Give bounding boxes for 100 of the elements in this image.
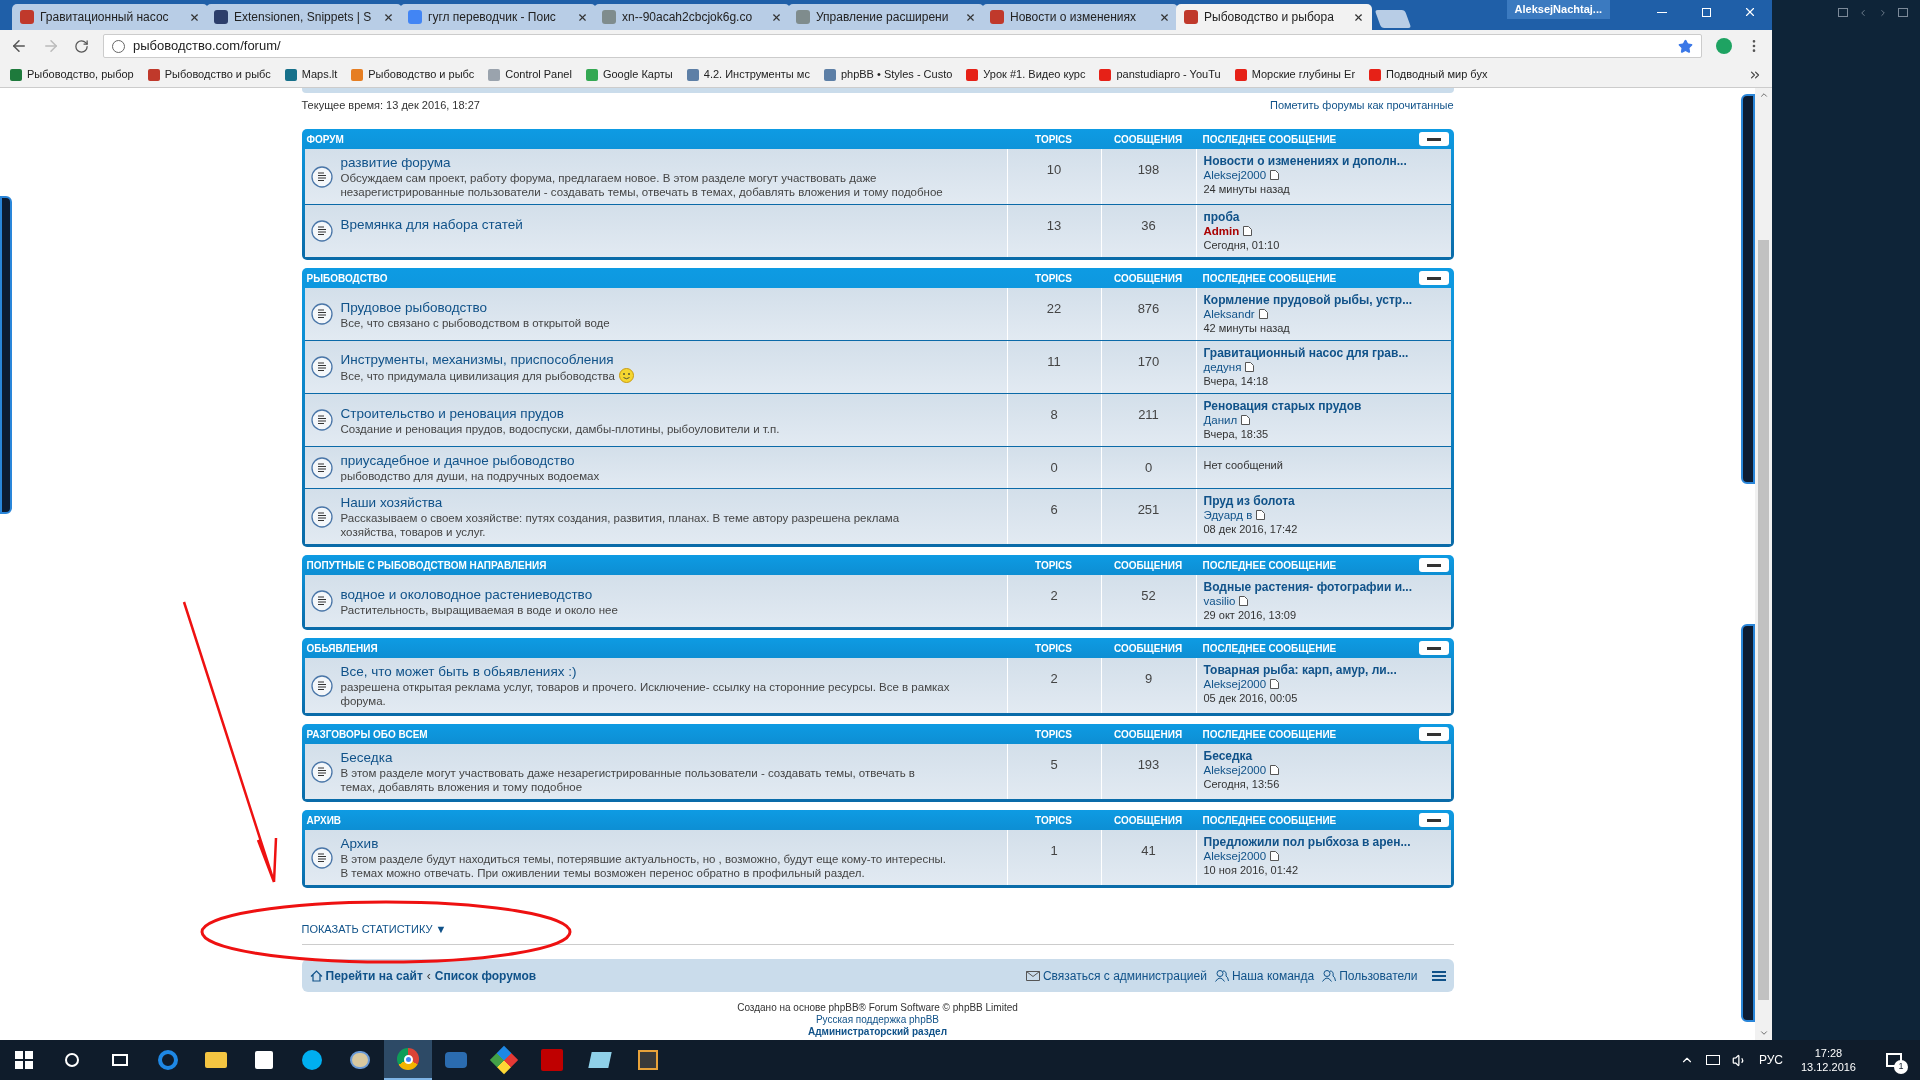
forum-title-link[interactable]: приусадебное и дачное рыбоводство: [340, 452, 600, 469]
close-icon[interactable]: [1353, 11, 1364, 23]
author-link[interactable]: Данил: [1203, 413, 1238, 427]
last-post-link[interactable]: Водные растения- фотографии и...: [1203, 580, 1451, 594]
document-icon[interactable]: [1243, 226, 1253, 236]
last-post-link[interactable]: Товарная рыба: карп, амур, ли...: [1203, 663, 1451, 677]
bookmark-item[interactable]: 4.2. Инструменты мс: [686, 66, 810, 83]
footer-link[interactable]: Связаться с администрацией: [1042, 966, 1207, 985]
bookmark-item[interactable]: panstudiapro - YouTu: [1099, 66, 1221, 83]
scroll-up-icon[interactable]: [1758, 90, 1769, 100]
bookmark-item[interactable]: phpBB • Styles - Custo: [823, 66, 953, 83]
forum-title-link[interactable]: Архив: [340, 835, 951, 852]
browser-tab[interactable]: Управление расширени: [788, 4, 984, 30]
footer-link[interactable]: Наша команда: [1231, 966, 1315, 985]
site-link[interactable]: Перейти на сайт: [325, 966, 423, 985]
forum-title-link[interactable]: Прудовое рыбоводство: [340, 298, 610, 316]
browser-tab[interactable]: Extensionen, Snippets | S: [206, 4, 402, 30]
scrollbar[interactable]: [1755, 88, 1772, 1040]
browser-tab[interactable]: xn--90acah2cbcjok6g.co: [594, 4, 790, 30]
address-bar[interactable]: рыбоводство.com/forum/: [103, 34, 1702, 58]
forum-title-link[interactable]: Строительство и реновация прудов: [340, 404, 780, 422]
mark-read-link[interactable]: Пометить форумы как прочитанные: [1270, 96, 1454, 114]
browser-tab[interactable]: Новости о изменениях: [982, 4, 1178, 30]
clock[interactable]: 17:28 13.12.2016: [1794, 1046, 1862, 1074]
collapse-button[interactable]: [1418, 271, 1449, 285]
bookmark-item[interactable]: Морские глубины Er: [1234, 66, 1356, 83]
last-post-link[interactable]: Беседка: [1203, 749, 1451, 763]
author-link[interactable]: vasilio: [1203, 594, 1236, 608]
scroll-thumb[interactable]: [1758, 240, 1769, 1000]
category-title[interactable]: АРХИВ: [304, 812, 1007, 828]
collapse-button[interactable]: [1418, 641, 1449, 655]
collapse-button[interactable]: [1418, 132, 1449, 146]
forum-title-link[interactable]: Наши хозяйства: [340, 494, 951, 511]
bookmark-item[interactable]: Урок #1. Видео курс: [966, 66, 1086, 83]
browser-tab[interactable]: гугл переводчик - Поис: [400, 4, 596, 30]
last-post-link[interactable]: Пруд из болота: [1203, 494, 1451, 508]
document-icon[interactable]: [1270, 679, 1280, 689]
bookmark-item[interactable]: Google Карты: [585, 66, 673, 83]
forum-index-link[interactable]: Список форумов: [434, 966, 537, 985]
document-icon[interactable]: [1241, 415, 1251, 425]
close-icon[interactable]: [771, 11, 782, 23]
credits-link[interactable]: Русская поддержка phpBB: [815, 1014, 940, 1026]
star-icon[interactable]: [1678, 38, 1693, 54]
close-icon[interactable]: [383, 11, 394, 23]
forum-title-link[interactable]: Беседка: [340, 749, 951, 766]
close-icon[interactable]: [189, 11, 200, 23]
category-title[interactable]: РАЗГОВОРЫ ОБО ВСЕМ: [304, 726, 1007, 742]
bookmark-item[interactable]: Control Panel: [488, 66, 572, 83]
last-post-link[interactable]: Предложили пол рыбхоза в арен...: [1203, 835, 1451, 849]
forum-title-link[interactable]: водное и околоводное растениеводство: [340, 585, 618, 603]
back-icon[interactable]: [10, 37, 28, 55]
notification-button[interactable]: 1: [1874, 1040, 1914, 1080]
bookmark-item[interactable]: Рыбоводство и рыбс: [351, 66, 475, 83]
author-link[interactable]: Aleksandr: [1203, 307, 1255, 321]
forum-title-link[interactable]: Времянка для набора статей: [340, 215, 523, 233]
forum-title-link[interactable]: Инструменты, механизмы, приспособления: [340, 351, 634, 368]
menu-icon[interactable]: [1431, 970, 1446, 981]
bookmark-item[interactable]: Рыбоводство и рыбс: [147, 66, 271, 83]
document-icon[interactable]: [1270, 170, 1280, 180]
last-post-link[interactable]: Новости о изменениях и дополн...: [1203, 154, 1451, 168]
network-icon[interactable]: [1705, 1055, 1720, 1065]
browser-tab[interactable]: Рыбоводство и рыбора: [1176, 4, 1372, 30]
browser-tab[interactable]: Гравитационный насос: [12, 4, 208, 30]
reload-icon[interactable]: [74, 38, 89, 54]
user-profile-name[interactable]: AleksejNachtaj...: [1506, 0, 1610, 19]
language-indicator[interactable]: РУС: [1758, 1051, 1783, 1069]
document-icon[interactable]: [1256, 510, 1266, 520]
scroll-down-icon[interactable]: [1758, 1028, 1769, 1038]
document-icon[interactable]: [1270, 851, 1280, 861]
author-link[interactable]: Эдуард в: [1203, 508, 1253, 522]
document-icon[interactable]: [1270, 765, 1280, 775]
author-link[interactable]: Aleksej2000: [1203, 849, 1267, 863]
document-icon[interactable]: [1258, 309, 1268, 319]
show-statistics-link[interactable]: ПОКАЗАТЬ СТАТИСТИКУ ▼: [301, 923, 447, 935]
new-tab-button[interactable]: [1374, 10, 1412, 28]
document-icon[interactable]: [1239, 596, 1249, 606]
footer-link[interactable]: Пользователи: [1339, 966, 1418, 985]
author-link[interactable]: Aleksej2000: [1203, 763, 1267, 777]
last-post-link[interactable]: Кормление прудовой рыбы, устр...: [1203, 293, 1451, 307]
author-link[interactable]: Admin: [1203, 224, 1240, 238]
close-icon[interactable]: [577, 11, 588, 23]
document-icon[interactable]: [1245, 362, 1255, 372]
forum-title-link[interactable]: развитие форума: [340, 154, 951, 171]
category-title[interactable]: ПОПУТНЫЕ С РЫБОВОДСТВОМ НАПРАВЛЕНИЯ: [304, 557, 1007, 573]
category-title[interactable]: ОБЬЯВЛЕНИЯ: [304, 640, 1007, 656]
collapse-button[interactable]: [1418, 558, 1449, 572]
collapse-button[interactable]: [1418, 727, 1449, 741]
last-post-link[interactable]: проба: [1203, 210, 1451, 224]
bookmark-item[interactable]: Подводный мир бух: [1369, 66, 1488, 83]
author-link[interactable]: дедуня: [1203, 360, 1242, 374]
forum-title-link[interactable]: Все, что может быть в обьявлениях :): [340, 663, 951, 680]
last-post-link[interactable]: Реновация старых прудов: [1203, 399, 1451, 413]
close-icon[interactable]: [1743, 5, 1757, 19]
bookmark-item[interactable]: Maps.lt: [284, 66, 338, 83]
last-post-link[interactable]: Гравитационный насос для грав...: [1203, 346, 1451, 360]
admin-panel-link[interactable]: Администраторский раздел: [807, 1026, 948, 1038]
close-icon[interactable]: [965, 11, 976, 23]
close-icon[interactable]: [1159, 11, 1170, 23]
author-link[interactable]: Aleksej2000: [1203, 168, 1267, 182]
author-link[interactable]: Aleksej2000: [1203, 677, 1267, 691]
